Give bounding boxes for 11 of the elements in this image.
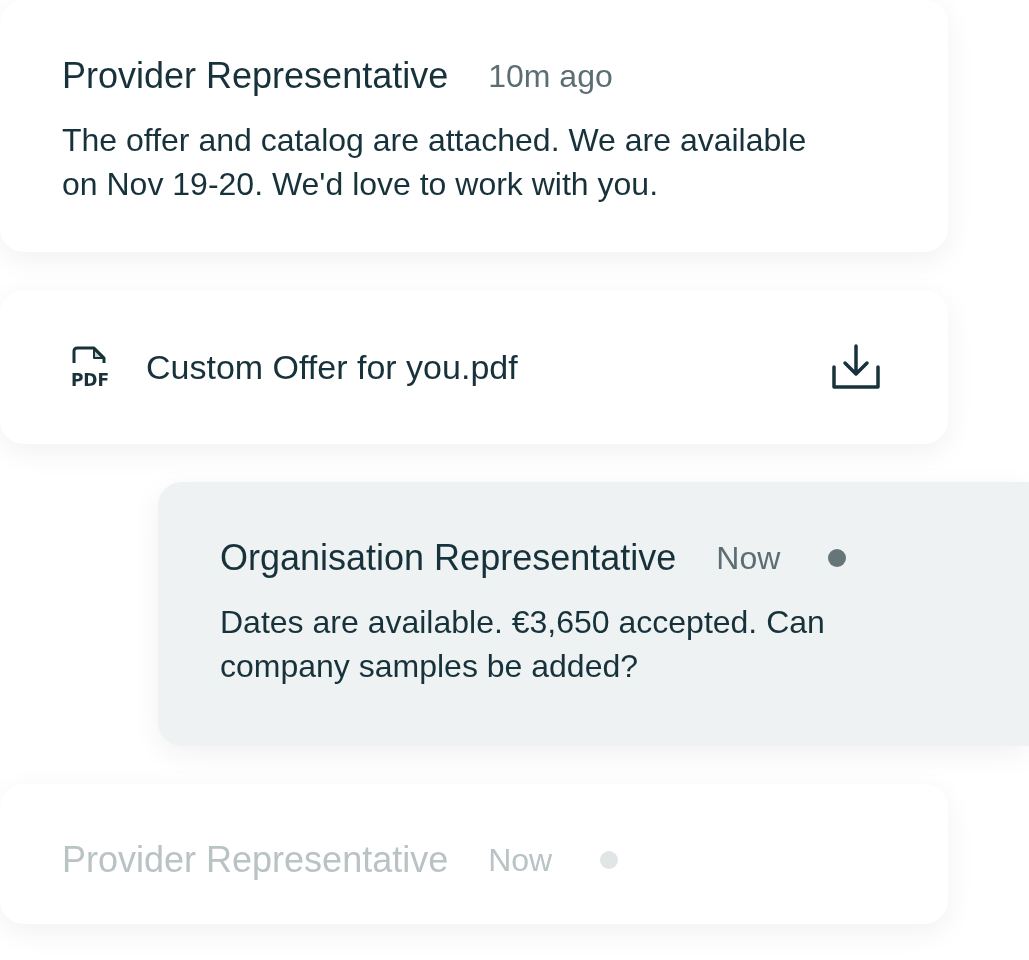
message-text: Dates are available. €3,650 accepted. Can company samples be added? (220, 603, 826, 686)
sender-name: Organisation Representative (220, 540, 677, 576)
sender-name: Provider Representative (62, 842, 449, 878)
file-name: Custom Offer for you.pdf (146, 346, 519, 388)
attachment-card[interactable]: PDF Custom Offer for you.pdf (0, 290, 948, 444)
download-icon[interactable] (830, 343, 882, 391)
timestamp: 10m ago (488, 60, 613, 92)
message-text: The offer and catalog are attached. We are available on Nov 19-20. We'd love to work with you. (62, 121, 808, 204)
timestamp: Now (488, 844, 553, 876)
timestamp: Now (716, 542, 781, 574)
sender-name: Provider Representative (62, 58, 449, 94)
